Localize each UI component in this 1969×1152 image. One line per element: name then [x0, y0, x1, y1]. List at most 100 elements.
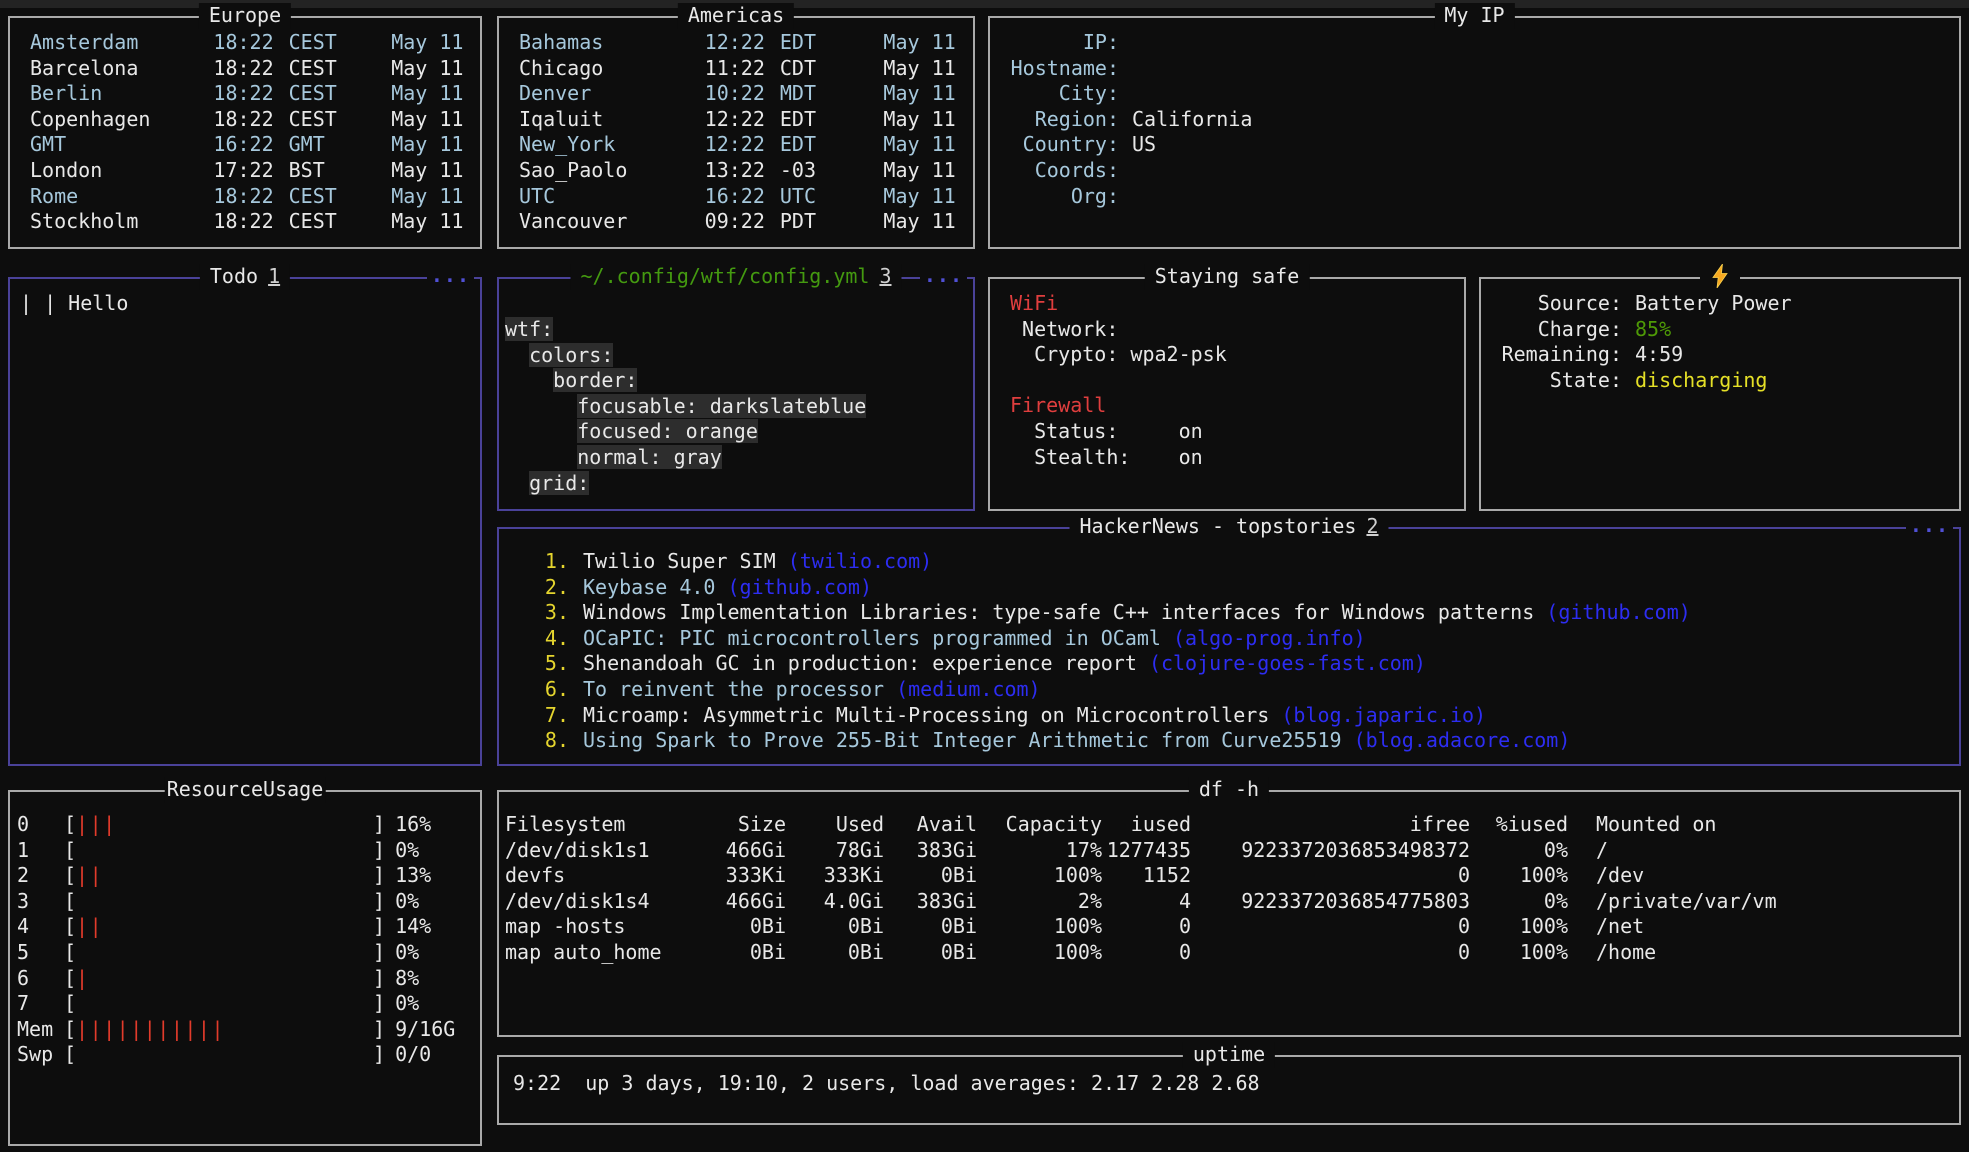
- hackernews-story[interactable]: 4.OCaPIC: PIC microcontrollers programme…: [519, 626, 1959, 652]
- table-row: devfs333Ki333Ki0Bi100%11520100%/dev: [499, 863, 1959, 889]
- story-title: Using Spark to Prove 255-Bit Integer Ari…: [583, 728, 1342, 752]
- clock-city-label: Vancouver: [519, 209, 680, 235]
- panel-title-uptime: uptime: [1183, 1042, 1275, 1068]
- code-text: focused: orange: [577, 419, 758, 443]
- story-domain: (clojure-goes-fast.com): [1149, 651, 1426, 675]
- code-line: colors:: [505, 343, 973, 369]
- clock-date: May 11: [391, 158, 480, 184]
- hackernews-story[interactable]: 6.To reinvent the processor (medium.com): [519, 677, 1959, 703]
- panel-title-config: ~/.config/wtf/config.yml3: [570, 264, 901, 290]
- table-cell: /: [1568, 838, 1959, 864]
- battery-row: State:discharging: [1489, 368, 1959, 394]
- table-cell: 0: [1102, 940, 1191, 966]
- security-detail-line: Stealth: on: [1010, 445, 1464, 471]
- table-cell: 0%: [1470, 838, 1568, 864]
- hackernews-story[interactable]: 3.Windows Implementation Libraries: type…: [519, 600, 1959, 626]
- code-text: wtf:: [505, 317, 553, 341]
- config-shortcut-key: 3: [879, 264, 891, 288]
- table-cell: 0: [1191, 914, 1470, 940]
- panel-title-europe: Europe: [199, 3, 291, 29]
- ip-info-label: Coords:: [998, 158, 1119, 184]
- panel-todo[interactable]: Todo1 ... | | Hello: [8, 277, 482, 766]
- clock-timezone: CDT: [780, 56, 884, 82]
- resource-usage-row: 4[||]14%: [17, 914, 480, 940]
- hackernews-story[interactable]: 8. Using Spark to Prove 255-Bit Integer A…: [519, 728, 1959, 754]
- panel-clocks-europe: Europe Amsterdam18:22CESTMay 11Barcelona…: [8, 16, 482, 249]
- clock-city-label: UTC: [519, 184, 680, 210]
- clock-timezone: CEST: [289, 30, 392, 56]
- clock-date: May 11: [391, 81, 480, 107]
- table-row: /dev/disk1s4466Gi4.0Gi383Gi2%49223372036…: [499, 889, 1959, 915]
- bracket-open: [: [64, 889, 76, 913]
- usage-bar: |||: [76, 812, 373, 838]
- clock-time-value: 18:22: [190, 184, 274, 210]
- panel-clocks-americas: Americas Bahamas12:22EDTMay 11Chicago11:…: [497, 16, 975, 249]
- panel-hackernews[interactable]: HackerNews - topstories2 ... 1.Twilio Su…: [497, 527, 1961, 766]
- story-title: To reinvent the processor: [583, 677, 884, 701]
- disk-usage-table: FilesystemSizeUsedAvailCapacityiusedifre…: [499, 792, 1959, 966]
- clock-city-label: New_York: [519, 132, 680, 158]
- story-rank: 7.: [519, 703, 569, 729]
- panel-title-my-ip: My IP: [1434, 3, 1514, 29]
- lightning-bolt-icon: [1710, 264, 1730, 288]
- story-domain: (github.com): [728, 575, 873, 599]
- resource-label: 6: [17, 966, 64, 992]
- story-title: Shenandoah GC in production: experience …: [583, 651, 1137, 675]
- clock-timezone: EDT: [780, 30, 884, 56]
- table-header-cell: Mounted on: [1568, 812, 1959, 838]
- story-domain: (github.com): [1546, 600, 1691, 624]
- bracket-open: [: [64, 1042, 76, 1066]
- panel-config-file[interactable]: ~/.config/wtf/config.yml3 ... wtf: color…: [497, 277, 975, 511]
- story-domain: (twilio.com): [788, 549, 933, 573]
- story-rank: 8.: [519, 728, 569, 754]
- clock-row: Sao_Paolo13:22-03May 11: [519, 158, 973, 184]
- table-cell: 0: [1191, 940, 1470, 966]
- bracket-close: ]: [373, 889, 385, 913]
- bracket-open: [: [64, 940, 76, 964]
- usage-bar: ||: [76, 863, 373, 889]
- table-cell: map -hosts: [499, 914, 709, 940]
- usage-bar: |||||||||||: [76, 1017, 373, 1043]
- clock-city-label: GMT: [30, 132, 190, 158]
- bracket-open: [: [64, 914, 76, 938]
- battery-row: Source:Battery Power: [1489, 291, 1959, 317]
- panel-title-resource-usage: ResourceUsage: [165, 777, 326, 803]
- security-detail-line: Network:: [1010, 317, 1464, 343]
- table-cell: 100%: [977, 914, 1102, 940]
- bracket-open: [: [64, 812, 76, 836]
- clock-city-label: Amsterdam: [30, 30, 190, 56]
- hackernews-story[interactable]: 7.Microamp: Asymmetric Multi-Processing …: [519, 703, 1959, 729]
- usage-value: 16%: [395, 812, 431, 836]
- clock-date: May 11: [883, 132, 973, 158]
- resource-label: Mem: [17, 1017, 64, 1043]
- resource-label: 1: [17, 838, 64, 864]
- usage-value: 0%: [395, 991, 419, 1015]
- clock-date: May 11: [391, 107, 480, 133]
- clock-timezone: BST: [289, 158, 392, 184]
- panel-title-americas: Americas: [678, 3, 794, 29]
- table-cell: 0Bi: [884, 940, 977, 966]
- hackernews-story[interactable]: 2.Keybase 4.0 (github.com): [519, 575, 1959, 601]
- table-cell: 0Bi: [786, 914, 884, 940]
- story-domain: (blog.adacore.com): [1354, 728, 1571, 752]
- config-code-lines: wtf: colors: border: focusable: darkslat…: [499, 279, 973, 496]
- clock-city-label: Rome: [30, 184, 190, 210]
- clock-city-label: Barcelona: [30, 56, 190, 82]
- battery-label: Remaining:: [1489, 342, 1622, 368]
- table-cell: /dev/disk1s4: [499, 889, 709, 915]
- clock-time-value: 13:22: [680, 158, 765, 184]
- ip-info-label: Hostname:: [998, 56, 1119, 82]
- hackernews-story[interactable]: 5.Shenandoah GC in production: experienc…: [519, 651, 1959, 677]
- hackernews-story[interactable]: 1.Twilio Super SIM (twilio.com): [519, 549, 1959, 575]
- clock-row: Copenhagen18:22CESTMay 11: [30, 107, 480, 133]
- clock-date: May 11: [883, 81, 973, 107]
- ip-info-label: Org:: [998, 184, 1119, 210]
- bracket-close: ]: [373, 991, 385, 1015]
- security-sections: WiFi Network: Crypto: wpa2-psk Firewall …: [990, 279, 1464, 470]
- table-cell: 4: [1102, 889, 1191, 915]
- clock-city-label: Sao_Paolo: [519, 158, 680, 184]
- battery-label: State:: [1489, 368, 1622, 394]
- table-cell: 383Gi: [884, 838, 977, 864]
- security-detail-line: Status: on: [1010, 419, 1464, 445]
- table-cell: 100%: [1470, 863, 1568, 889]
